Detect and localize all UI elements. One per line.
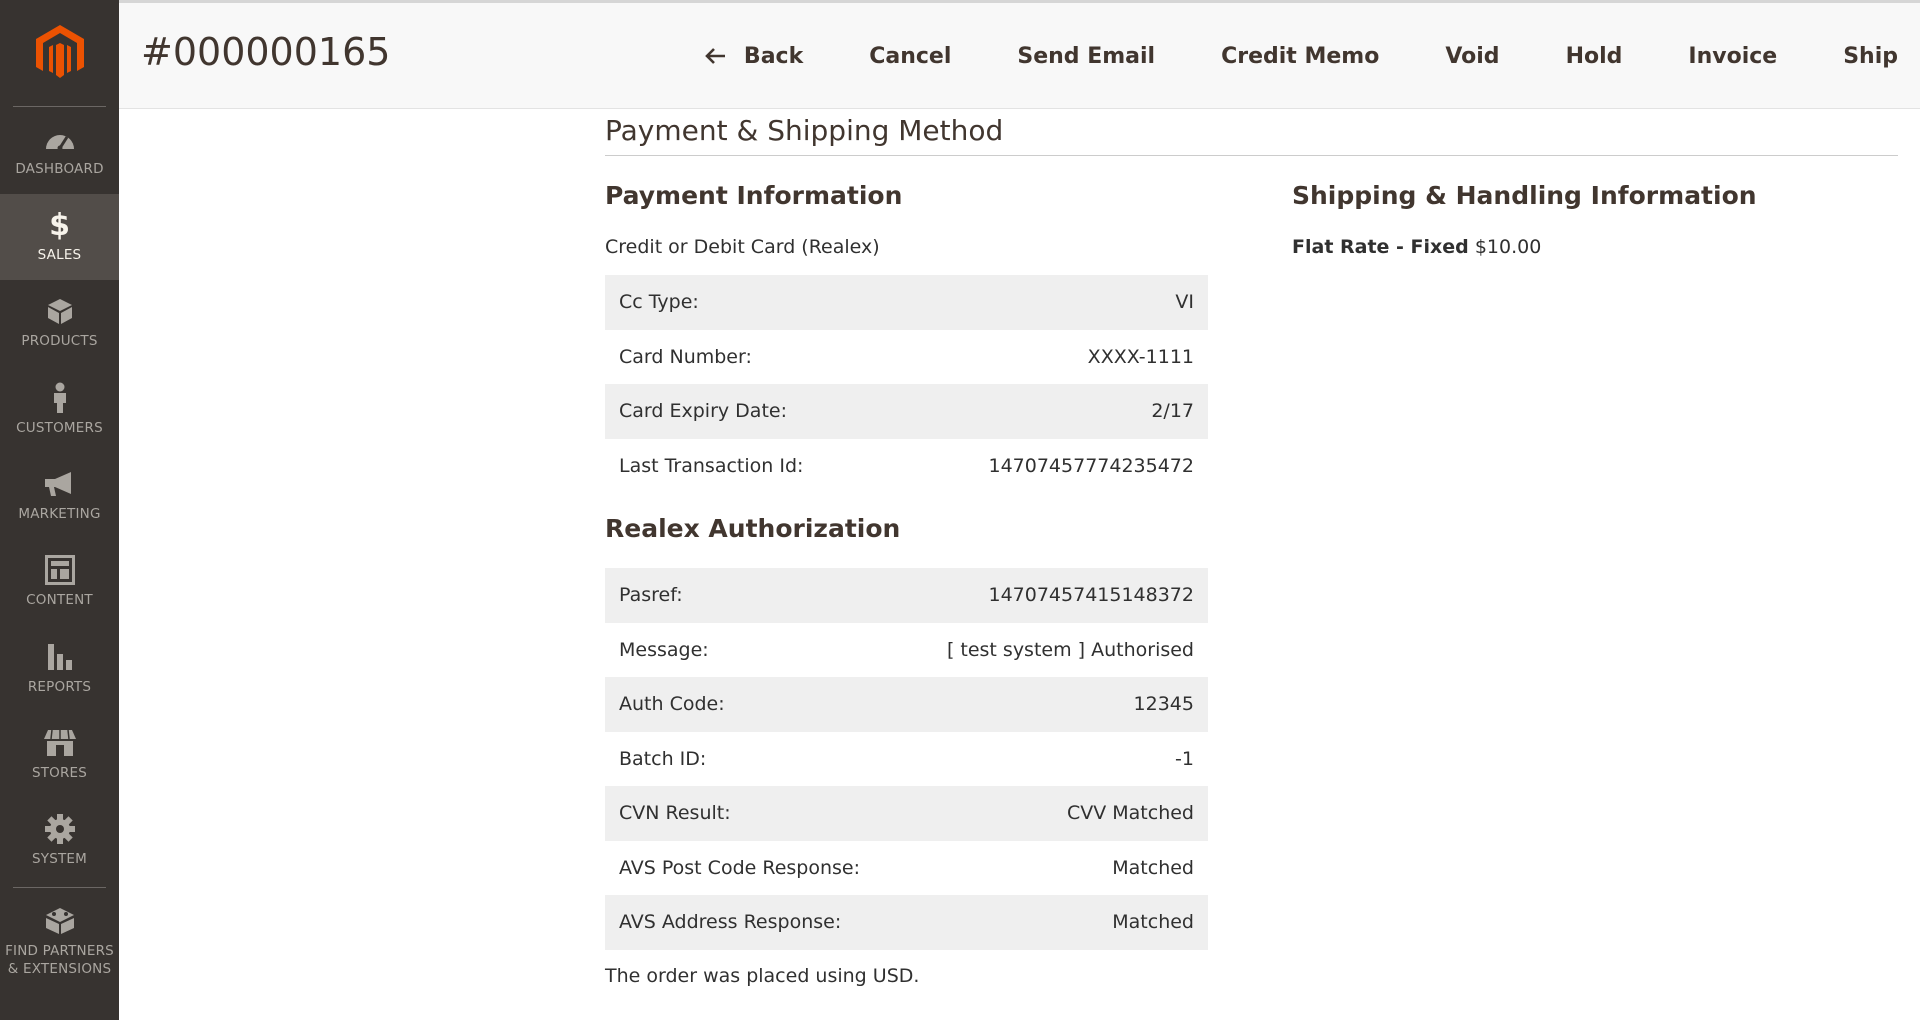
row-value: -1	[1175, 747, 1194, 770]
sidebar-item-label: SYSTEM	[31, 851, 87, 867]
dollar-icon: $	[49, 207, 70, 243]
back-label: Back	[743, 43, 804, 69]
sidebar-item-sales[interactable]: $ SALES	[0, 194, 119, 280]
sidebar-item-system[interactable]: SYSTEM	[0, 798, 119, 884]
table-row: Cc Type: VI	[605, 275, 1208, 330]
layout-icon	[43, 555, 77, 585]
row-label: Auth Code:	[619, 693, 725, 716]
sidebar-item-label: REPORTS	[27, 679, 92, 695]
realex-auth-title: Realex Authorization	[605, 514, 901, 543]
row-value: 12345	[1133, 693, 1194, 716]
row-label: Last Transaction Id:	[619, 454, 804, 477]
row-value: Matched	[1112, 856, 1194, 879]
gear-icon	[43, 814, 77, 844]
storefront-icon	[43, 728, 77, 758]
invoice-button[interactable]: Invoice	[1655, 44, 1810, 69]
page-title: #000000165	[141, 30, 391, 74]
sidebar-divider	[13, 887, 106, 888]
sidebar-item-label: CONTENT	[26, 592, 93, 608]
sidebar-item-products[interactable]: PRODUCTS	[0, 280, 119, 366]
admin-sidebar: DASHBOARD $ SALES PRODUCTS CUSTOMERS MAR…	[0, 0, 119, 1020]
table-row: AVS Post Code Response: Matched	[605, 841, 1208, 896]
row-label: Pasref:	[619, 584, 683, 607]
sidebar-item-reports[interactable]: REPORTS	[0, 626, 119, 712]
row-label: Batch ID:	[619, 747, 707, 770]
sidebar-item-label: STORES	[31, 765, 88, 781]
magento-logo-icon	[35, 25, 84, 78]
page-actions: Back Cancel Send Email Credit Memo Void …	[671, 3, 1920, 109]
row-label: Message:	[619, 638, 709, 661]
sidebar-item-label: FIND PARTNERS & EXTENSIONS	[5, 943, 114, 977]
row-label: Card Number:	[619, 345, 752, 368]
table-row: CVN Result: CVV Matched	[605, 786, 1208, 841]
sidebar-item-customers[interactable]: CUSTOMERS	[0, 367, 119, 453]
row-value: 14707457415148372	[988, 584, 1194, 607]
table-row: Last Transaction Id: 14707457774235472	[605, 439, 1208, 494]
row-label: AVS Post Code Response:	[619, 856, 861, 879]
shipping-info-title: Shipping & Handling Information	[1292, 181, 1757, 210]
megaphone-icon	[43, 469, 77, 499]
magento-logo[interactable]	[0, 0, 119, 106]
table-row: Message: [ test system ] Authorised	[605, 623, 1208, 678]
sidebar-item-label: DASHBOARD	[15, 161, 104, 177]
row-label: Card Expiry Date:	[619, 400, 787, 423]
sidebar-item-content[interactable]: CONTENT	[0, 539, 119, 625]
sidebar-item-stores[interactable]: STORES	[0, 712, 119, 798]
row-value: CVV Matched	[1066, 802, 1194, 825]
table-row: Pasref: 14707457415148372	[605, 568, 1208, 623]
payment-details-table: Cc Type: VI Card Number: XXXX-1111 Card …	[605, 275, 1208, 493]
sidebar-item-label: SALES	[37, 247, 82, 263]
row-label: Cc Type:	[619, 291, 699, 314]
realex-details-table: Pasref: 14707457415148372 Message: [ tes…	[605, 568, 1208, 950]
table-row: AVS Address Response: Matched	[605, 895, 1208, 950]
cancel-button[interactable]: Cancel	[836, 44, 984, 69]
void-button[interactable]: Void	[1412, 44, 1532, 69]
payment-info-title: Payment Information	[605, 181, 903, 210]
credit-memo-button[interactable]: Credit Memo	[1188, 44, 1412, 69]
row-value: 2/17	[1151, 400, 1194, 423]
box-icon	[43, 296, 77, 326]
row-value: VI	[1175, 291, 1194, 314]
person-icon	[43, 382, 77, 413]
row-value: XXXX-1111	[1087, 345, 1194, 368]
section-divider	[605, 155, 1898, 156]
blocks-icon	[43, 906, 77, 936]
shipping-price: $10.00	[1474, 236, 1542, 258]
shipping-method-label: Flat Rate - Fixed	[1292, 236, 1469, 258]
shipping-method: Flat Rate - Fixed $10.00	[1292, 236, 1541, 258]
row-value: 14707457774235472	[988, 454, 1194, 477]
bar-chart-icon	[43, 642, 77, 672]
sidebar-item-marketing[interactable]: MARKETING	[0, 453, 119, 539]
sidebar-divider	[13, 106, 106, 107]
row-value: [ test system ] Authorised	[946, 638, 1194, 661]
row-value: Matched	[1112, 911, 1194, 934]
table-row: Card Expiry Date: 2/17	[605, 384, 1208, 439]
hold-button[interactable]: Hold	[1533, 44, 1656, 69]
section-title: Payment & Shipping Method	[605, 114, 1004, 147]
ship-button[interactable]: Ship	[1810, 44, 1920, 69]
currency-note: The order was placed using USD.	[605, 965, 920, 987]
sidebar-item-dashboard[interactable]: DASHBOARD	[0, 108, 119, 194]
sidebar-item-label: CUSTOMERS	[16, 420, 103, 436]
payment-method: Credit or Debit Card (Realex)	[605, 236, 880, 258]
page-header: #000000165 Back Cancel Send Email Credit…	[119, 3, 1920, 109]
arrow-left-icon	[704, 47, 726, 65]
row-label: AVS Address Response:	[619, 911, 842, 934]
send-email-button[interactable]: Send Email	[984, 44, 1188, 69]
sidebar-item-find-partners[interactable]: FIND PARTNERS & EXTENSIONS	[0, 892, 119, 992]
sidebar-item-label: MARKETING	[18, 506, 101, 522]
dashboard-icon	[43, 124, 77, 154]
table-row: Batch ID: -1	[605, 732, 1208, 787]
back-button[interactable]: Back	[671, 44, 836, 69]
row-label: CVN Result:	[619, 802, 731, 825]
table-row: Auth Code: 12345	[605, 677, 1208, 732]
sidebar-item-label: PRODUCTS	[21, 333, 98, 349]
table-row: Card Number: XXXX-1111	[605, 330, 1208, 385]
